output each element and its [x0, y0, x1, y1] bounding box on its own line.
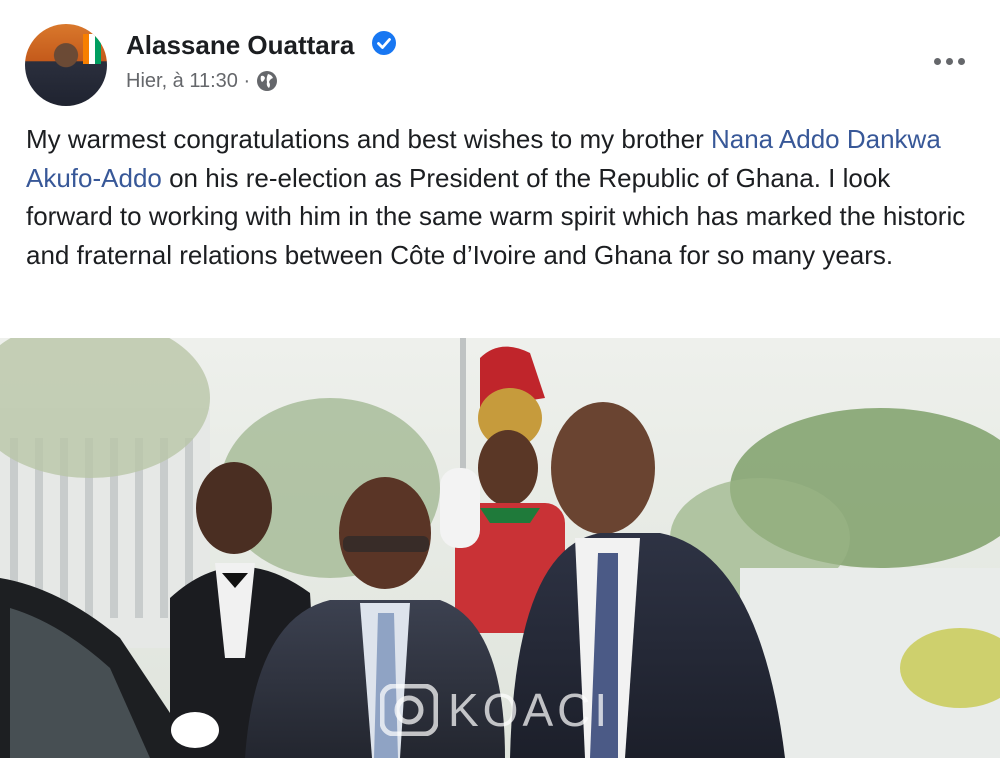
globe-icon[interactable]: [256, 70, 278, 92]
post-header: Alassane Ouattara Hier, à 11:30 ·: [0, 0, 1000, 120]
author-avatar[interactable]: [25, 24, 107, 106]
post-body: My warmest congratulations and best wish…: [26, 120, 976, 274]
more-options-icon[interactable]: [926, 48, 972, 74]
verified-badge-icon: [372, 31, 396, 55]
author-name[interactable]: Alassane Ouattara: [126, 30, 354, 61]
flag-decoration: [83, 34, 101, 64]
post-timestamp[interactable]: Hier, à 11:30 ·: [126, 70, 250, 93]
post-meta: Hier, à 11:30 ·: [126, 68, 278, 94]
watermark: KOACI: [380, 680, 611, 740]
watermark-text: KOACI: [448, 684, 612, 736]
post-text-part2: on his re-election as President of the R…: [26, 162, 966, 270]
koaci-logo-icon: [380, 684, 438, 736]
post-text-part1: My warmest congratulations and best wish…: [26, 124, 711, 154]
